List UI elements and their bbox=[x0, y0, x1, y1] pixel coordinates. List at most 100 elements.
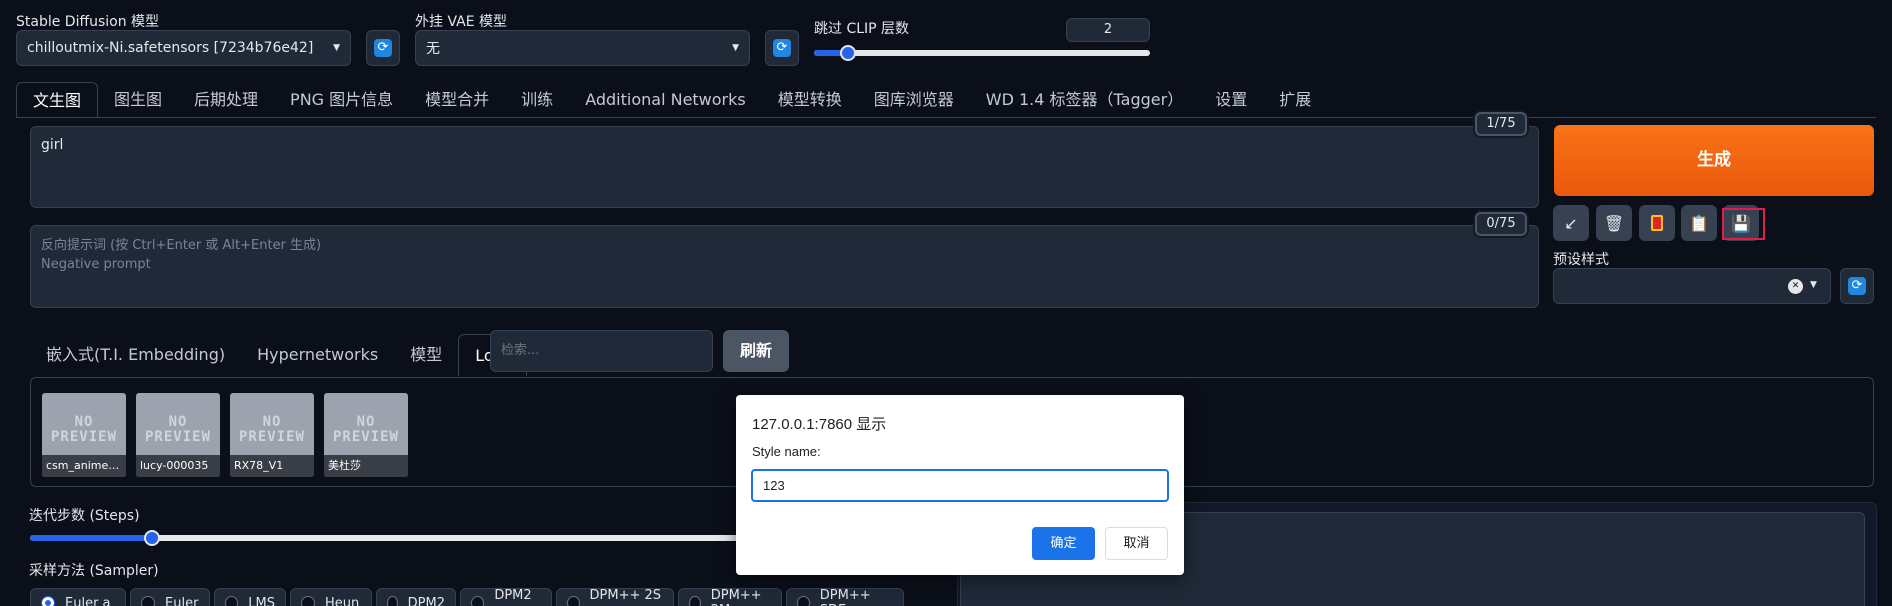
chevron-down-icon: ▼ bbox=[732, 43, 739, 53]
style-name-input[interactable]: 123 bbox=[751, 469, 1169, 502]
main-tab[interactable]: 训练 bbox=[505, 82, 569, 118]
sampler-option-label: DPM++ SDE bbox=[819, 588, 871, 606]
dialog-field-label: Style name: bbox=[752, 444, 821, 459]
radio-icon bbox=[797, 596, 810, 606]
sampler-option-label: DPM++ 2S a bbox=[589, 588, 662, 606]
negative-prompt-textarea[interactable]: 反向提示词 (按 Ctrl+Enter 或 Alt+Enter 生成) Nega… bbox=[30, 225, 1539, 308]
radio-icon bbox=[689, 596, 701, 606]
show-extra-networks-button[interactable] bbox=[1639, 205, 1675, 241]
steps-slider-handle[interactable] bbox=[144, 530, 161, 546]
prompt-token-counter: 1/75 bbox=[1475, 112, 1527, 136]
main-tab[interactable]: WD 1.4 标签器（Tagger） bbox=[970, 82, 1199, 118]
sampler-option-label: LMS bbox=[248, 595, 275, 606]
style-label: 预设样式 bbox=[1553, 252, 1609, 268]
negative-token-counter: 0/75 bbox=[1475, 212, 1527, 236]
refresh-icon: ⟳ bbox=[773, 39, 791, 57]
main-tab[interactable]: 模型合并 bbox=[409, 82, 505, 118]
style-name-dialog: 127.0.0.1:7860 显示 Style name: 123 确定 取消 bbox=[736, 395, 1184, 575]
prompt-textarea[interactable]: girl bbox=[30, 126, 1539, 208]
sampler-option[interactable]: DPM++ 2S a bbox=[556, 588, 674, 606]
clip-slider-handle[interactable] bbox=[839, 45, 856, 61]
clip-slider-track[interactable] bbox=[814, 50, 1150, 56]
main-tab[interactable]: PNG 图片信息 bbox=[274, 82, 409, 118]
vae-dropdown[interactable]: 无 ▼ bbox=[415, 30, 750, 66]
sampler-option[interactable]: Euler bbox=[130, 588, 210, 606]
sampler-option-label: Euler bbox=[165, 595, 199, 606]
radio-icon bbox=[387, 596, 398, 606]
sampler-option[interactable]: Euler a bbox=[30, 588, 126, 606]
refresh-model-button[interactable]: ⟳ bbox=[366, 30, 400, 66]
main-tab[interactable]: 后期处理 bbox=[178, 82, 274, 118]
dialog-title: 127.0.0.1:7860 显示 bbox=[752, 416, 887, 433]
sampler-option-label: Heun bbox=[325, 595, 360, 606]
main-tab[interactable]: 模型转换 bbox=[762, 82, 858, 118]
radio-icon bbox=[471, 596, 485, 606]
sampler-option[interactable]: DPM2 a bbox=[460, 588, 552, 606]
network-card-list: NO PREVIEW csm_anime_... NO PREVIEW lucy-0000… bbox=[42, 393, 408, 477]
main-tab[interactable]: 图生图 bbox=[98, 82, 178, 118]
highlight-box bbox=[1722, 208, 1765, 240]
extra-network-tab[interactable]: Hypernetworks bbox=[241, 334, 394, 376]
main-tab[interactable]: 图库浏览器 bbox=[858, 82, 970, 118]
network-card-name: lucy-000035 bbox=[136, 455, 220, 477]
main-tab[interactable]: Additional Networks bbox=[569, 82, 762, 118]
network-search-input[interactable]: 检索... bbox=[490, 330, 713, 372]
radio-icon bbox=[301, 596, 315, 606]
sampler-option[interactable]: DPM2 bbox=[376, 588, 456, 606]
no-preview-image: NO PREVIEW bbox=[144, 414, 211, 445]
sampler-option[interactable]: Heun bbox=[290, 588, 372, 606]
sampler-option-label: DPM2 bbox=[407, 595, 445, 606]
extra-network-tab[interactable]: 模型 bbox=[394, 334, 458, 376]
generate-button[interactable]: 生成 bbox=[1554, 125, 1874, 196]
network-card-name: 美杜莎 bbox=[324, 455, 408, 477]
ok-button[interactable]: 确定 bbox=[1032, 527, 1095, 560]
main-tab[interactable]: 扩展 bbox=[1263, 82, 1327, 118]
sd-model-value: chilloutmix-Ni.safetensors [7234b76e42] bbox=[27, 40, 314, 56]
refresh-icon: ⟳ bbox=[374, 39, 392, 57]
refresh-vae-button[interactable]: ⟳ bbox=[765, 30, 799, 66]
steps-slider-fill bbox=[30, 535, 153, 541]
no-preview-image: NO PREVIEW bbox=[50, 414, 117, 445]
chevron-down-icon: ▼ bbox=[1810, 280, 1817, 290]
sampler-option[interactable]: DPM++ 2M bbox=[678, 588, 782, 606]
clear-prompt-button[interactable]: 🗑 bbox=[1596, 205, 1632, 241]
vae-label: 外挂 VAE 模型 bbox=[415, 14, 508, 30]
clear-icon[interactable]: ✕ bbox=[1788, 279, 1803, 294]
extra-network-tabs: 嵌入式(T.I. Embedding)Hypernetworks模型Lora bbox=[30, 334, 528, 376]
clip-value-input[interactable]: 2 bbox=[1066, 18, 1150, 42]
network-card[interactable]: NO PREVIEW 美杜莎 bbox=[324, 393, 408, 477]
radio-icon bbox=[567, 596, 580, 606]
radio-icon bbox=[225, 596, 239, 606]
sampler-option[interactable]: DPM++ SDE bbox=[786, 588, 904, 606]
steps-label: 迭代步数 (Steps) bbox=[29, 508, 140, 524]
read-params-button[interactable]: ↙ bbox=[1553, 205, 1589, 241]
trash-icon: 🗑 bbox=[1603, 213, 1625, 233]
sampler-option-label: DPM2 a bbox=[494, 588, 532, 606]
sd-model-dropdown[interactable]: chilloutmix-Ni.safetensors [7234b76e42] … bbox=[16, 30, 351, 66]
network-card[interactable]: NO PREVIEW lucy-000035 bbox=[136, 393, 220, 477]
no-preview-image: NO PREVIEW bbox=[332, 414, 399, 445]
radio-icon bbox=[141, 596, 155, 606]
chevron-down-icon: ▼ bbox=[333, 43, 340, 53]
main-tab[interactable]: 文生图 bbox=[16, 82, 99, 118]
sampler-option[interactable]: LMS bbox=[214, 588, 286, 606]
refresh-styles-button[interactable]: ⟳ bbox=[1840, 268, 1874, 304]
refresh-networks-button[interactable]: 刷新 bbox=[723, 330, 789, 372]
apply-style-button[interactable]: 📋 bbox=[1681, 205, 1717, 241]
style-dropdown[interactable]: ✕ ▼ bbox=[1553, 268, 1831, 304]
main-tabs: 文生图 图生图 后期处理 PNG 图片信息 模型合并 训练 Additional Netwo… bbox=[16, 82, 1327, 118]
network-card[interactable]: NO PREVIEW RX78_V1 bbox=[230, 393, 314, 477]
network-card[interactable]: NO PREVIEW csm_anime_... bbox=[42, 393, 126, 477]
sampler-label: 采样方法 (Sampler) bbox=[29, 563, 159, 579]
no-preview-image: NO PREVIEW bbox=[238, 414, 305, 445]
sampler-option-label: DPM++ 2M bbox=[710, 588, 762, 606]
cancel-button[interactable]: 取消 bbox=[1105, 527, 1168, 560]
extra-network-tab[interactable]: 嵌入式(T.I. Embedding) bbox=[30, 334, 241, 376]
network-card-name: RX78_V1 bbox=[230, 455, 314, 477]
vae-value: 无 bbox=[426, 41, 440, 57]
main-tab[interactable]: 设置 bbox=[1199, 82, 1263, 118]
arrow-icon: ↙ bbox=[1564, 213, 1578, 233]
clipboard-icon: 📋 bbox=[1689, 213, 1709, 233]
refresh-icon: ⟳ bbox=[1848, 277, 1866, 295]
clip-label: 跳过 CLIP 层数 bbox=[814, 21, 910, 37]
